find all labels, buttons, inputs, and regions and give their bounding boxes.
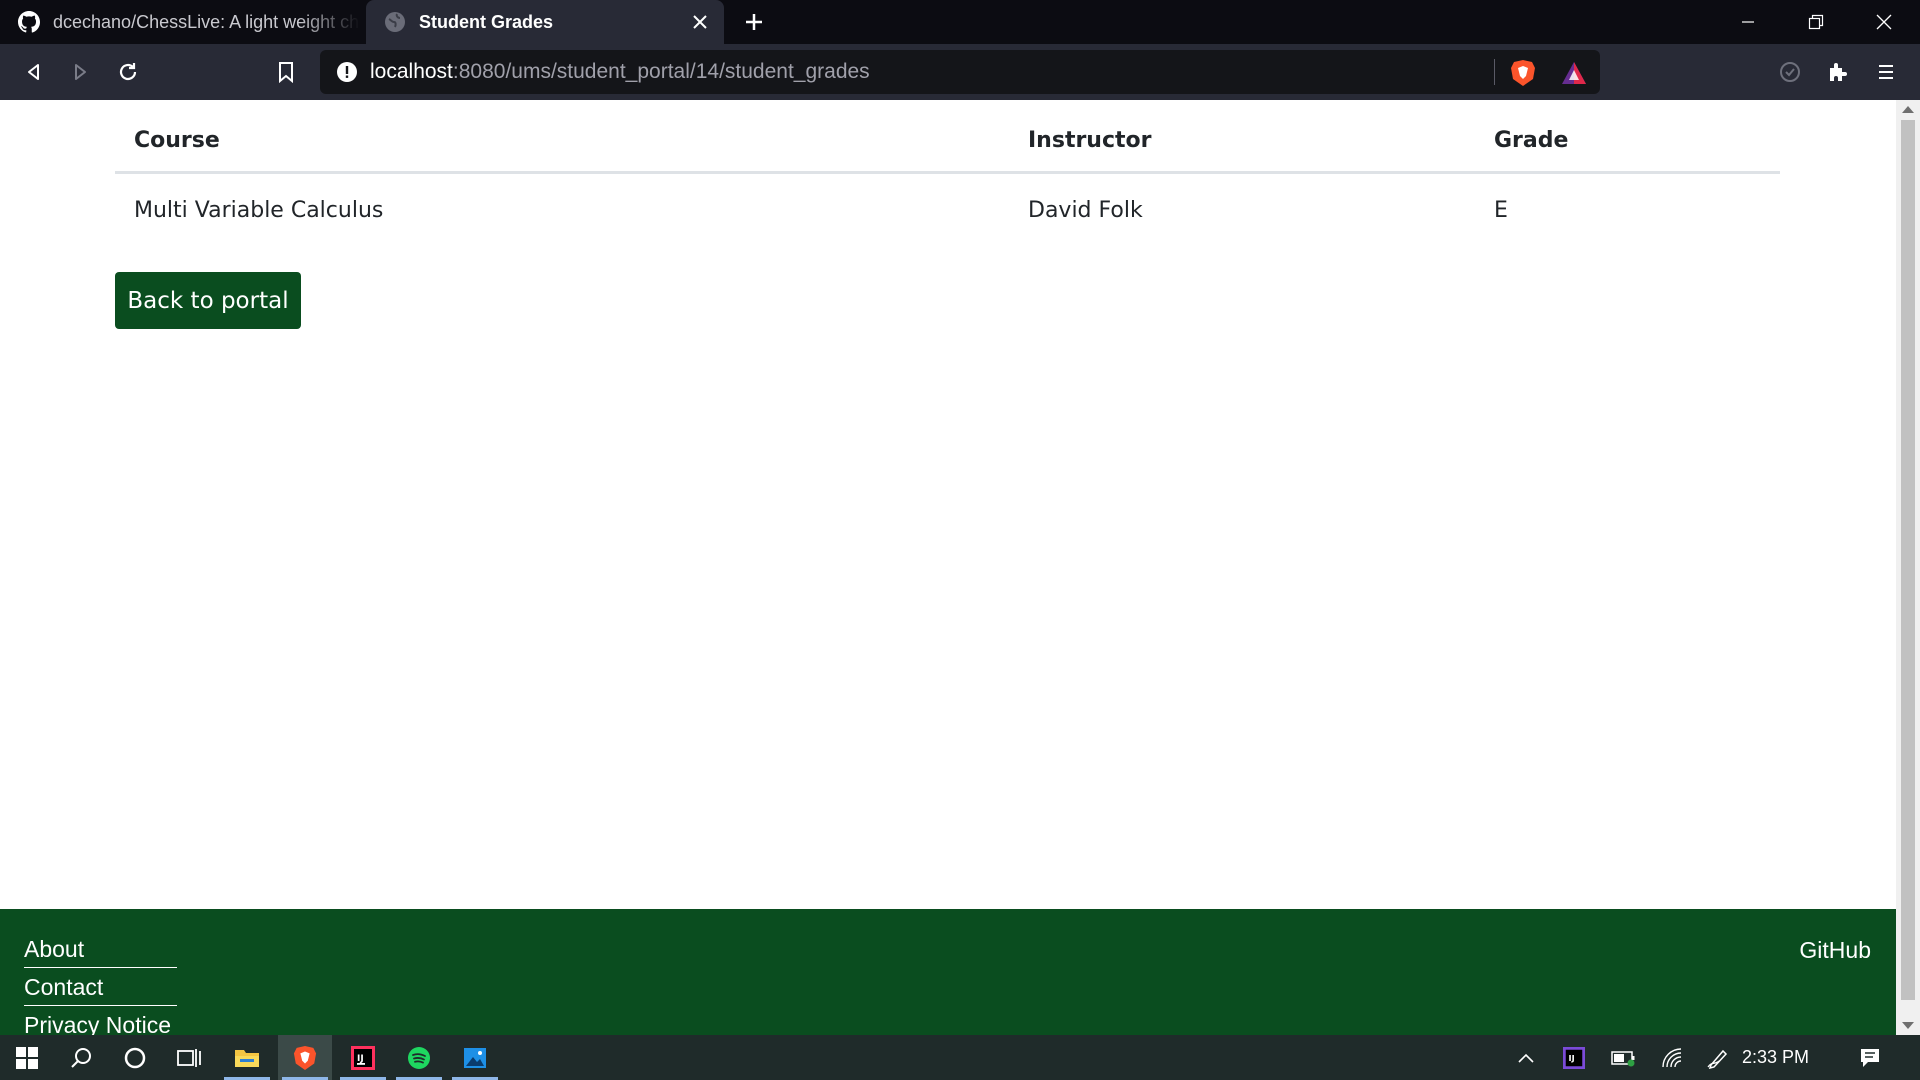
reload-icon[interactable] <box>110 54 146 90</box>
extensions-icon[interactable] <box>1820 54 1856 90</box>
tab-chesslive[interactable]: dcechano/ChessLive: A light weight chess <box>0 0 360 44</box>
restore-button[interactable] <box>1782 0 1850 44</box>
scroll-thumb[interactable] <box>1901 120 1915 1000</box>
tab-student-grades[interactable]: Student Grades <box>366 0 724 44</box>
svg-text:IJ: IJ <box>357 1054 364 1064</box>
chevron-up-icon[interactable] <box>1506 1035 1546 1080</box>
grades-table: Course Instructor Grade Multi Variable C… <box>115 118 1780 237</box>
svg-text:IJ: IJ <box>1569 1052 1575 1062</box>
spotify-icon[interactable] <box>392 1035 446 1080</box>
pen-ink-icon[interactable] <box>1698 1035 1738 1080</box>
table-row: Multi Variable Calculus David Folk E <box>115 173 1780 238</box>
brave-browser-taskbar-icon[interactable] <box>278 1035 332 1080</box>
sync-icon[interactable] <box>1772 54 1808 90</box>
address-bar-divider <box>1494 59 1495 85</box>
file-explorer-icon[interactable] <box>220 1035 274 1080</box>
search-icon[interactable] <box>54 1035 108 1080</box>
address-bar[interactable]: localhost:8080/ums/student_portal/14/stu… <box>320 50 1600 94</box>
brave-rewards-icon[interactable] <box>1560 60 1588 91</box>
column-header-course: Course <box>115 118 1009 174</box>
browser-toolbar: localhost:8080/ums/student_portal/14/stu… <box>0 44 1920 100</box>
close-tab-icon[interactable] <box>686 8 714 36</box>
github-icon <box>17 10 41 34</box>
back-to-portal-button[interactable]: Back to portal <box>115 272 301 329</box>
brave-shield-icon[interactable] <box>1510 59 1536 92</box>
windows-taskbar: IJ IJ 2:33 PM <box>0 1035 1920 1080</box>
page-content: Course Instructor Grade Multi Variable C… <box>0 100 1896 910</box>
tab-title: dcechano/ChessLive: A light weight chess <box>53 11 360 32</box>
browser-tab-strip: dcechano/ChessLive: A light weight chess… <box>0 0 1920 44</box>
battery-icon[interactable] <box>1604 1035 1644 1080</box>
wifi-icon[interactable] <box>1652 1035 1692 1080</box>
minimize-button[interactable] <box>1714 0 1782 44</box>
instructor-cell: David Folk <box>1028 198 1143 223</box>
tab-title: Student Grades <box>419 11 554 32</box>
photos-icon[interactable] <box>448 1035 502 1080</box>
footer-links: About Contact Privacy Notice <box>24 937 177 1050</box>
column-header-instructor: Instructor <box>1009 118 1475 174</box>
page-scrollbar[interactable] <box>1896 100 1920 1035</box>
close-window-button[interactable] <box>1850 0 1918 44</box>
menu-icon[interactable] <box>1868 54 1904 90</box>
intellij-tray-icon[interactable]: IJ <box>1554 1035 1594 1080</box>
course-cell: Multi Variable Calculus <box>134 198 384 223</box>
intellij-idea-icon[interactable]: IJ <box>336 1035 390 1080</box>
notifications-icon[interactable] <box>1850 1035 1890 1080</box>
footer-link-about[interactable]: About <box>24 937 177 968</box>
forward-arrow-icon[interactable] <box>62 54 98 90</box>
url-host: localhost <box>370 60 453 83</box>
windows-start-icon[interactable] <box>0 1035 54 1080</box>
scroll-up-arrow-icon[interactable] <box>1902 106 1914 113</box>
taskbar-clock[interactable]: 2:33 PM <box>1742 1035 1809 1080</box>
scroll-down-arrow-icon[interactable] <box>1902 1022 1914 1029</box>
column-header-grade: Grade <box>1475 118 1780 174</box>
globe-icon <box>383 10 407 34</box>
info-icon[interactable] <box>336 61 358 83</box>
url-path: :8080/ums/student_portal/14/student_grad… <box>452 60 870 83</box>
grade-cell: E <box>1494 198 1508 223</box>
new-tab-button[interactable] <box>740 8 768 36</box>
site-footer: About Contact Privacy Notice GitHub <box>0 909 1896 1038</box>
footer-link-github[interactable]: GitHub <box>1799 937 1871 964</box>
bookmark-icon[interactable] <box>268 54 304 90</box>
task-view-icon[interactable] <box>162 1035 216 1080</box>
footer-link-contact[interactable]: Contact <box>24 975 177 1006</box>
table-header-row: Course Instructor Grade <box>115 118 1780 174</box>
back-arrow-icon[interactable] <box>16 54 52 90</box>
cortana-icon[interactable] <box>108 1035 162 1080</box>
